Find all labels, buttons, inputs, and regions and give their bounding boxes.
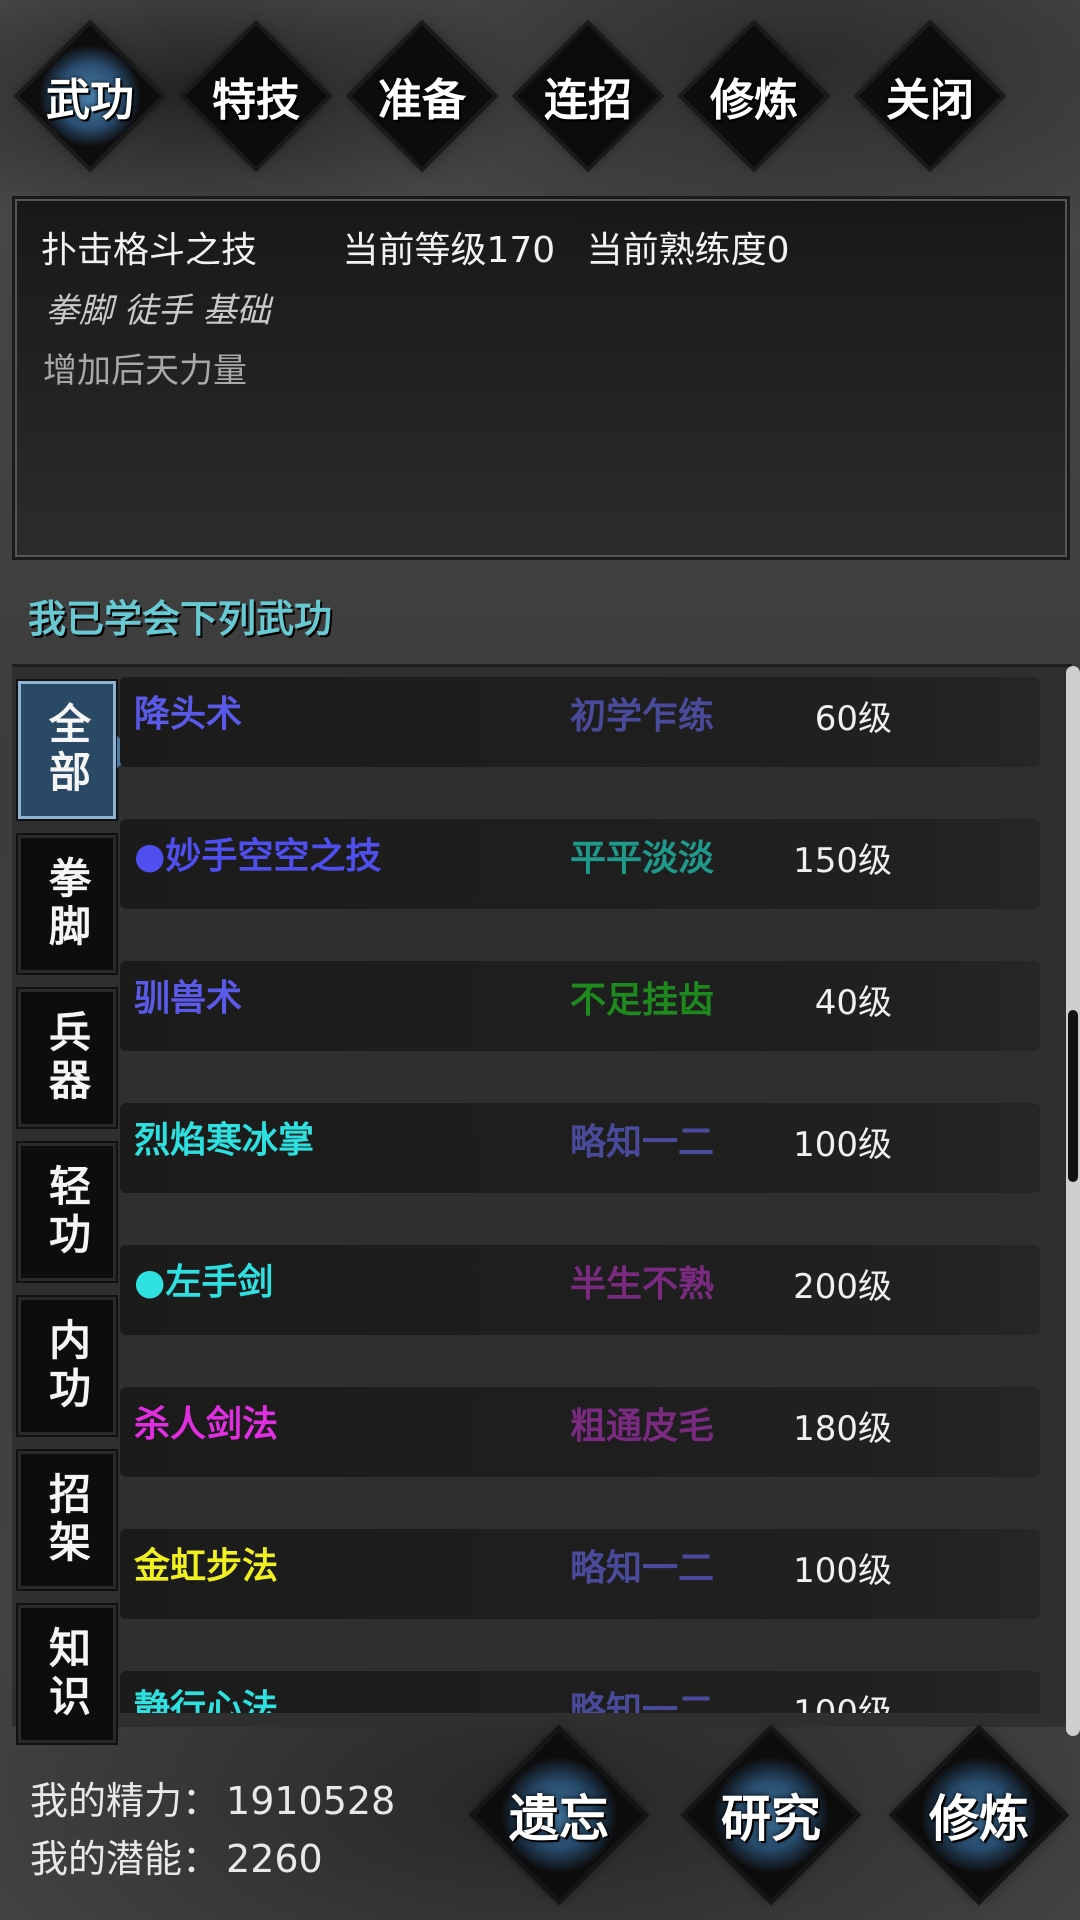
- skill-row-name: 杀人剑法: [134, 1403, 279, 1445]
- tab-label: 关闭: [886, 75, 974, 126]
- energy-stat: 我的精力： 1910528: [30, 1772, 395, 1830]
- skill-row-level: 略知一二: [570, 1121, 715, 1163]
- tab-label: 准备: [378, 75, 466, 126]
- skill-row[interactable]: 烈焰寒冰掌 略知一二 100级: [120, 1103, 1040, 1193]
- category-tab-internal[interactable]: 内功: [18, 1297, 116, 1435]
- skill-row-level: 初学乍练: [570, 695, 715, 737]
- energy-value: 1910528: [226, 1779, 396, 1823]
- tab-combo[interactable]: 连招: [517, 16, 659, 176]
- skill-row[interactable]: 金虹步法 略知一二 100级: [120, 1529, 1040, 1619]
- category-tab-weapon[interactable]: 兵器: [18, 989, 116, 1127]
- tab-label: 修炼: [710, 75, 798, 126]
- current-proficiency: 当前熟练度0: [586, 230, 790, 271]
- action-label: 研究: [721, 1789, 821, 1848]
- tab-martial-arts[interactable]: 武功: [19, 16, 161, 176]
- category-label: 全部: [42, 702, 92, 798]
- skill-row-name: 烈焰寒冰掌: [134, 1119, 315, 1161]
- tab-special-skills[interactable]: 特技: [185, 16, 327, 176]
- tab-close[interactable]: 关闭: [859, 16, 1001, 176]
- action-label: 遗忘: [509, 1789, 609, 1848]
- skill-row-level: 半生不熟: [570, 1263, 715, 1305]
- scrollbar-thumb[interactable]: [1068, 1010, 1078, 1182]
- tab-prepare[interactable]: 准备: [351, 16, 493, 176]
- category-tab-all[interactable]: 全部: [18, 681, 135, 819]
- skill-row-level: 略知一二: [570, 1689, 715, 1713]
- category-tab-knowledge[interactable]: 知识: [18, 1605, 116, 1743]
- skill-stats: 当前等级170 当前熟练度0: [342, 230, 789, 271]
- tab-label: 特技: [212, 75, 300, 126]
- tab-train[interactable]: 修炼: [683, 16, 825, 176]
- skill-row-grade: 60级: [814, 699, 892, 739]
- section-title: 我已学会下列武功: [28, 596, 333, 641]
- skill-info-panel: 扑击格斗之技 当前等级170 当前熟练度0 拳脚 徒手 基础 增加后天力量: [12, 196, 1070, 560]
- skill-list-panel: 全部 拳脚 兵器 轻功 内功 招架 知识 降头术 初学乍练 60级 ●妙手空空之…: [12, 664, 1072, 1743]
- potential-stat: 我的潜能： 2260: [30, 1830, 395, 1888]
- skill-row-level: 不足挂齿: [570, 979, 715, 1021]
- category-label: 知识: [42, 1626, 92, 1722]
- potential-value: 2260: [226, 1837, 323, 1881]
- skill-row[interactable]: 杀人剑法 粗通皮毛 180级: [120, 1387, 1040, 1477]
- category-label: 招架: [42, 1472, 92, 1568]
- skill-row-name: ●妙手空空之技: [134, 835, 382, 877]
- skill-row-grade: 200级: [793, 1267, 892, 1307]
- skill-row-name: 金虹步法: [134, 1545, 279, 1587]
- skill-row-level: 粗通皮毛: [570, 1405, 715, 1447]
- list-scrollbar[interactable]: [1066, 666, 1080, 1736]
- train-button[interactable]: 修炼: [895, 1731, 1063, 1899]
- skill-row-grade: 40级: [814, 983, 892, 1023]
- skill-header: 扑击格斗之技 当前等级170 当前熟练度0: [41, 221, 790, 273]
- skill-rows: 降头术 初学乍练 60级 ●妙手空空之技 平平淡淡 150级 驯兽术 不足挂齿 …: [120, 677, 1040, 1713]
- skill-row-grade: 180级: [793, 1409, 892, 1449]
- action-label: 修炼: [929, 1789, 1029, 1848]
- skill-row-grade: 100级: [793, 1125, 892, 1165]
- top-tab-bar: 武功 特技 准备 连招 修炼 关闭: [19, 16, 1070, 176]
- potential-label: 我的潜能：: [30, 1837, 221, 1881]
- skill-row[interactable]: 降头术 初学乍练 60级: [120, 677, 1040, 767]
- skill-row-name: 静行心法: [134, 1687, 279, 1713]
- category-tab-fist[interactable]: 拳脚: [18, 835, 116, 973]
- skill-row-name: 降头术: [134, 693, 243, 735]
- skill-row-level: 平平淡淡: [570, 837, 715, 879]
- skill-effect: 增加后天力量: [43, 351, 247, 391]
- skill-row-level: 略知一二: [570, 1547, 715, 1589]
- player-stats: 我的精力： 1910528 我的潜能： 2260: [30, 1772, 395, 1888]
- category-tabs: 全部 拳脚 兵器 轻功 内功 招架 知识: [18, 681, 135, 1759]
- skill-row[interactable]: ●妙手空空之技 平平淡淡 150级: [120, 819, 1040, 909]
- skill-row[interactable]: 静行心法 略知一二 100级: [120, 1671, 1040, 1713]
- skill-row-grade: 100级: [793, 1551, 892, 1591]
- skill-tags: 拳脚 徒手 基础: [45, 291, 271, 331]
- skill-row-name: ●左手剑: [134, 1261, 274, 1303]
- energy-label: 我的精力：: [30, 1779, 221, 1823]
- skill-row-grade: 150级: [793, 841, 892, 881]
- tab-label: 连招: [544, 75, 632, 126]
- forget-button[interactable]: 遗忘: [475, 1731, 643, 1899]
- skill-row-grade: 100级: [793, 1693, 892, 1713]
- category-label: 轻功: [42, 1164, 92, 1260]
- research-button[interactable]: 研究: [687, 1731, 855, 1899]
- skill-row[interactable]: 驯兽术 不足挂齿 40级: [120, 961, 1040, 1051]
- current-level: 当前等级170: [342, 230, 556, 271]
- skill-name: 扑击格斗之技: [41, 230, 258, 271]
- category-label: 兵器: [42, 1010, 92, 1106]
- category-label: 内功: [42, 1318, 92, 1414]
- category-label: 拳脚: [42, 856, 92, 952]
- category-tab-lightness[interactable]: 轻功: [18, 1143, 116, 1281]
- category-tab-parry[interactable]: 招架: [18, 1451, 116, 1589]
- tab-label: 武功: [46, 75, 134, 126]
- skill-row[interactable]: ●左手剑 半生不熟 200级: [120, 1245, 1040, 1335]
- skill-row-name: 驯兽术: [134, 977, 243, 1019]
